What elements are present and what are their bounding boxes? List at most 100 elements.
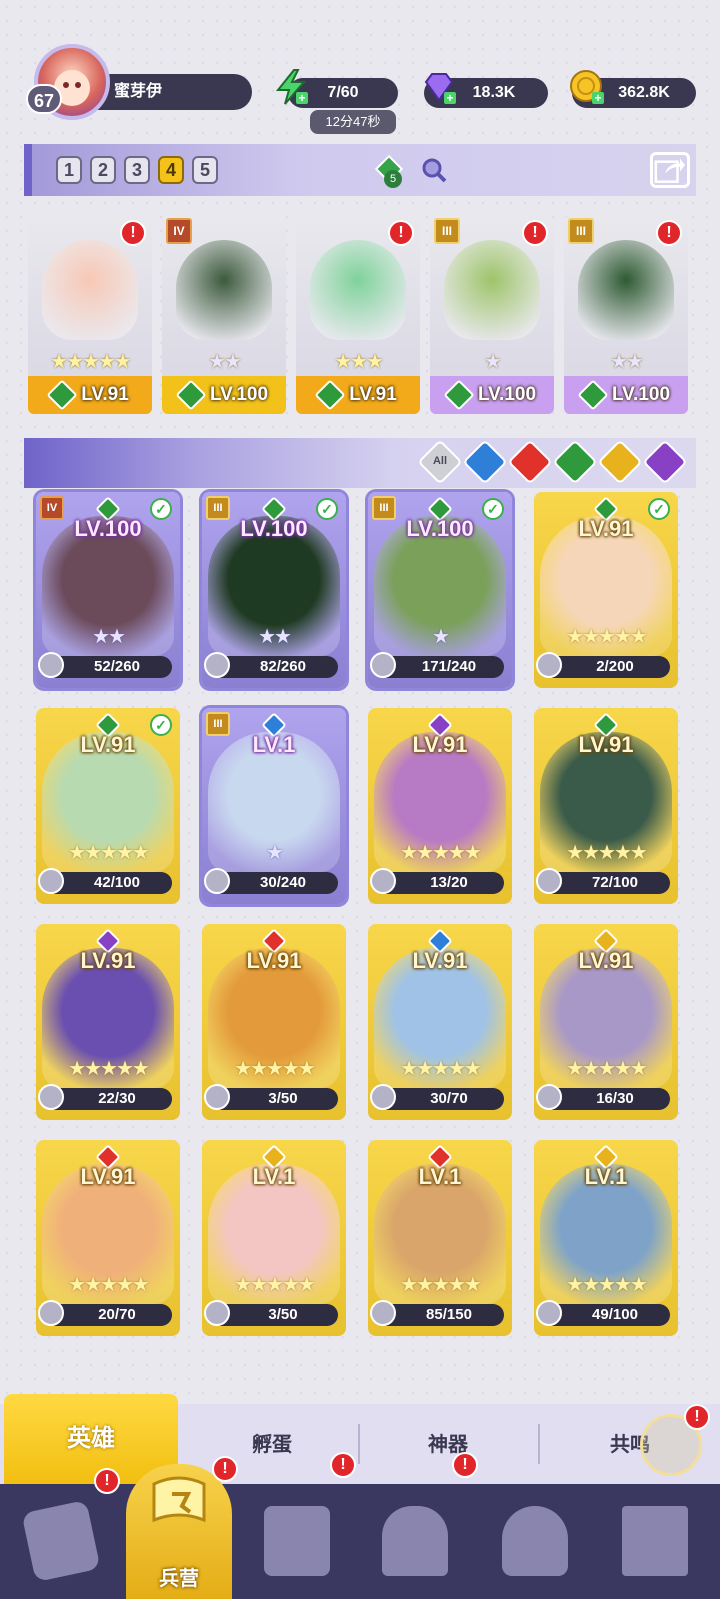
team-tab-1[interactable]: 1 <box>56 156 82 184</box>
hero-portrait <box>578 240 674 340</box>
shard-icon <box>38 868 64 894</box>
gold-coin-icon[interactable]: + <box>568 68 606 106</box>
shard-icon <box>204 868 230 894</box>
shard-icon <box>204 1300 230 1326</box>
shard-icon <box>370 1300 396 1326</box>
hero-card[interactable]: LV.1 ★★★★★ 3/50 <box>202 1140 346 1336</box>
nav-guild[interactable] <box>610 1498 700 1588</box>
nav-book[interactable] <box>252 1498 342 1588</box>
share-icon[interactable] <box>650 152 690 188</box>
rank-badge: III <box>568 218 594 244</box>
hero-card[interactable]: LV.91 ★★★★★ 3/50 <box>202 924 346 1120</box>
hero-stars: ★★★★★ <box>234 1274 316 1296</box>
team-hero-card[interactable]: ★★★ LV.91! <box>296 216 420 414</box>
hero-level: LV.1 <box>252 732 296 757</box>
castle-icon <box>382 1506 448 1576</box>
hero-level: LV.1 <box>252 1164 296 1189</box>
hero-card[interactable]: IV ✓ LV.100 ★★ 52/260 <box>36 492 180 688</box>
team-tab-4[interactable]: 4 <box>158 156 184 184</box>
team-tab-2[interactable]: 2 <box>90 156 116 184</box>
mushroom-icon <box>502 1506 568 1576</box>
hero-alert-icon: ! <box>120 220 146 246</box>
hero-card[interactable]: LV.91 ★★★★★ 13/20 <box>368 708 512 904</box>
hero-level: LV.91 <box>578 516 634 541</box>
hero-card[interactable]: III ✓ LV.100 ★ 171/240 <box>368 492 512 688</box>
team-hero-card[interactable]: IV ★★ LV.100 <box>162 216 286 414</box>
hero-level: LV.100 <box>209 384 269 405</box>
hero-level: LV.100 <box>406 516 474 541</box>
filter-light-icon[interactable] <box>597 439 643 485</box>
team-selector-bar: 1 2 3 4 5 5 <box>24 144 696 196</box>
nav-mushroom[interactable] <box>490 1498 580 1588</box>
hero-level-strip: LV.100 <box>162 376 286 414</box>
team-tab-5[interactable]: 5 <box>192 156 218 184</box>
hero-card[interactable]: ✓ LV.91 ★★★★★ 2/200 <box>534 492 678 688</box>
shard-icon <box>38 652 64 678</box>
team-hero-card[interactable]: III ★★ LV.100! <box>564 216 688 414</box>
hero-portrait <box>42 240 138 340</box>
green-gem-count: 5 <box>384 170 402 188</box>
shard-icon <box>38 1084 64 1110</box>
hero-level: LV.91 <box>578 732 634 757</box>
team-hero-card[interactable]: ★★★★★ LV.91! <box>28 216 152 414</box>
svg-text:+: + <box>298 91 305 105</box>
hero-stars: ★★★★★ <box>400 842 482 864</box>
team-tab-3[interactable]: 3 <box>124 156 150 184</box>
hero-card[interactable]: LV.91 ★★★★★ 20/70 <box>36 1140 180 1336</box>
search-icon[interactable] <box>420 156 448 184</box>
filter-water-icon[interactable] <box>462 439 508 485</box>
hero-card[interactable]: LV.91 ★★★★★ 72/100 <box>534 708 678 904</box>
nature-element-icon <box>443 379 475 411</box>
nav-cards[interactable] <box>16 1498 106 1588</box>
svg-text:+: + <box>446 91 453 105</box>
hero-level: LV.1 <box>584 1164 628 1189</box>
hero-level: LV.91 <box>81 384 129 405</box>
hero-stars: ★★★★★ <box>566 1058 648 1080</box>
hero-card[interactable]: LV.91 ★★★★★ 22/30 <box>36 924 180 1120</box>
hero-level: LV.91 <box>412 948 468 973</box>
hero-stars: ★★★★★ <box>566 1274 648 1296</box>
filter-fire-icon[interactable] <box>507 439 553 485</box>
hero-stars: ★★★★★ <box>400 1274 482 1296</box>
hero-card[interactable]: LV.1 ★★★★★ 85/150 <box>368 1140 512 1336</box>
top-bar: 蜜芽伊 67 7/60 + 12分47秒 18.3K + 362.8K + <box>0 36 720 136</box>
shard-icon <box>536 1300 562 1326</box>
nature-element-icon <box>175 379 207 411</box>
hero-level-strip: LV.91 <box>296 376 420 414</box>
shard-icon <box>204 1084 230 1110</box>
hero-portrait <box>310 240 406 340</box>
nav-barracks[interactable]: 兵营 <box>126 1464 232 1599</box>
hero-stars: ★★★★★ <box>234 1058 316 1080</box>
hero-card[interactable]: III LV.1 ★ 30/240 <box>202 708 346 904</box>
purple-gem-icon[interactable]: + <box>420 68 458 106</box>
hero-level: LV.100 <box>477 384 537 405</box>
hero-stars: ★★★★★ <box>50 351 132 373</box>
energy-bolt-icon[interactable]: + <box>272 68 310 106</box>
hero-level: LV.91 <box>80 732 136 757</box>
hero-card[interactable]: LV.91 ★★★★★ 16/30 <box>534 924 678 1120</box>
team-hero-card[interactable]: III ★ LV.100! <box>430 216 554 414</box>
player-level-badge: 67 <box>26 84 62 114</box>
hero-card[interactable]: LV.1 ★★★★★ 49/100 <box>534 1140 678 1336</box>
filter-dark-icon[interactable] <box>642 439 688 485</box>
hero-stars: ★★★★★ <box>566 626 648 648</box>
hero-stars: ★★★★★ <box>68 842 150 864</box>
hero-card[interactable]: LV.91 ★★★★★ 30/70 <box>368 924 512 1120</box>
filter-nature-icon[interactable] <box>552 439 598 485</box>
rank-badge: IV <box>166 218 192 244</box>
hero-level: LV.91 <box>412 732 468 757</box>
guild-banner-icon <box>622 1506 688 1576</box>
nature-element-icon <box>314 379 346 411</box>
element-filter-bar: All <box>24 438 696 488</box>
hero-alert-icon: ! <box>522 220 548 246</box>
tab-hatch[interactable]: 孵蛋 <box>212 1428 332 1457</box>
hero-stars: ★ <box>266 842 284 864</box>
hero-level: LV.91 <box>246 948 302 973</box>
hero-card[interactable]: III ✓ LV.100 ★★ 82/260 <box>202 492 346 688</box>
hero-stars: ★ <box>432 626 450 648</box>
hero-card[interactable]: ✓ LV.91 ★★★★★ 42/100 <box>36 708 180 904</box>
hero-level: LV.100 <box>240 516 308 541</box>
player-name: 蜜芽伊 <box>92 74 252 110</box>
nav-castle[interactable] <box>370 1498 460 1588</box>
tab-artifacts[interactable]: 神器 <box>388 1428 508 1457</box>
